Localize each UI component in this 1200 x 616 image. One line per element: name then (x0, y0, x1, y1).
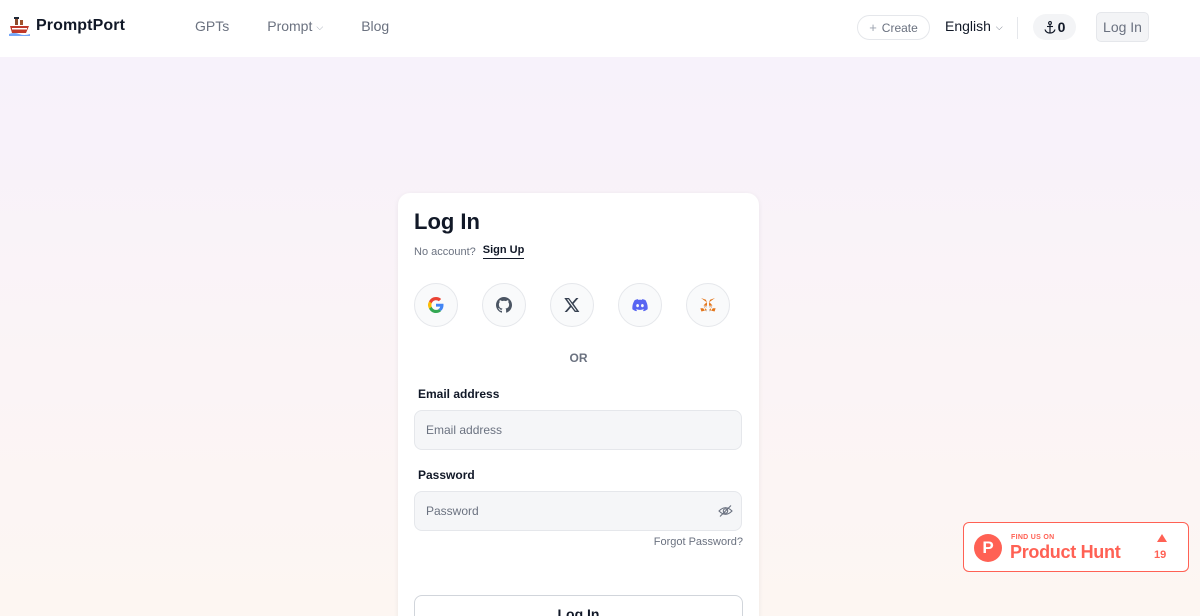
language-label: English (945, 18, 991, 34)
header-divider (1017, 17, 1018, 39)
nav-gpts[interactable]: GPTs (195, 18, 229, 34)
brand[interactable]: PromptPort (9, 16, 125, 36)
email-label: Email address (418, 387, 500, 401)
forgot-password-link[interactable]: Forgot Password? (654, 536, 743, 548)
discord-icon (632, 299, 648, 312)
x-login-button[interactable] (550, 283, 594, 327)
plus-icon: + (869, 20, 877, 35)
page-title: Log In (414, 209, 480, 234)
main-nav: GPTs Prompt ⌵ Blog (195, 18, 389, 34)
social-login-row (414, 283, 730, 327)
nav-prompt-label: Prompt (267, 18, 313, 34)
product-hunt-votes: 19 (1154, 549, 1167, 561)
points-count: 0 (1057, 19, 1066, 35)
product-hunt-big-text: Product Hunt (1010, 542, 1121, 562)
chevron-down-icon: ⌵ (316, 21, 324, 32)
login-card: Log In No account? Sign Up OR Email addr… (398, 193, 759, 616)
product-hunt-badge[interactable]: P FIND US ON Product Hunt 19 (963, 522, 1189, 572)
no-account-text: No account? (414, 245, 476, 258)
eye-off-icon[interactable] (718, 504, 733, 518)
chevron-down-icon: ⌵ (995, 21, 1003, 32)
create-label: Create (881, 20, 918, 35)
language-selector[interactable]: English ⌵ (945, 18, 1003, 34)
brand-name: PromptPort (36, 17, 125, 34)
login-submit-button[interactable]: Log In (414, 595, 743, 616)
product-hunt-logo-icon: P (974, 534, 1002, 562)
signup-link[interactable]: Sign Up (482, 244, 525, 259)
anchor-icon (1044, 20, 1056, 34)
google-icon (428, 297, 444, 313)
metamask-login-button[interactable] (686, 283, 730, 327)
ship-logo-icon (9, 17, 30, 36)
email-field[interactable] (414, 410, 742, 450)
upvote-arrow-icon (1157, 534, 1167, 542)
github-login-button[interactable] (482, 283, 526, 327)
password-label: Password (418, 468, 475, 482)
discord-login-button[interactable] (618, 283, 662, 327)
or-divider-text: OR (569, 351, 588, 365)
nav-prompt[interactable]: Prompt ⌵ (267, 18, 323, 34)
create-button[interactable]: + Create (857, 15, 930, 40)
signup-prompt: No account? Sign Up (414, 244, 525, 259)
points-badge[interactable]: 0 (1033, 14, 1076, 40)
nav-blog[interactable]: Blog (361, 18, 389, 34)
github-icon (496, 297, 512, 313)
metamask-icon (700, 298, 716, 312)
password-field[interactable] (414, 491, 742, 531)
product-hunt-small-text: FIND US ON (1011, 534, 1055, 541)
top-nav-bar: PromptPort GPTs Prompt ⌵ Blog + Create E… (0, 0, 1200, 57)
google-login-button[interactable] (414, 283, 458, 327)
header-login-button[interactable]: Log In (1096, 12, 1149, 42)
x-icon (564, 298, 580, 312)
